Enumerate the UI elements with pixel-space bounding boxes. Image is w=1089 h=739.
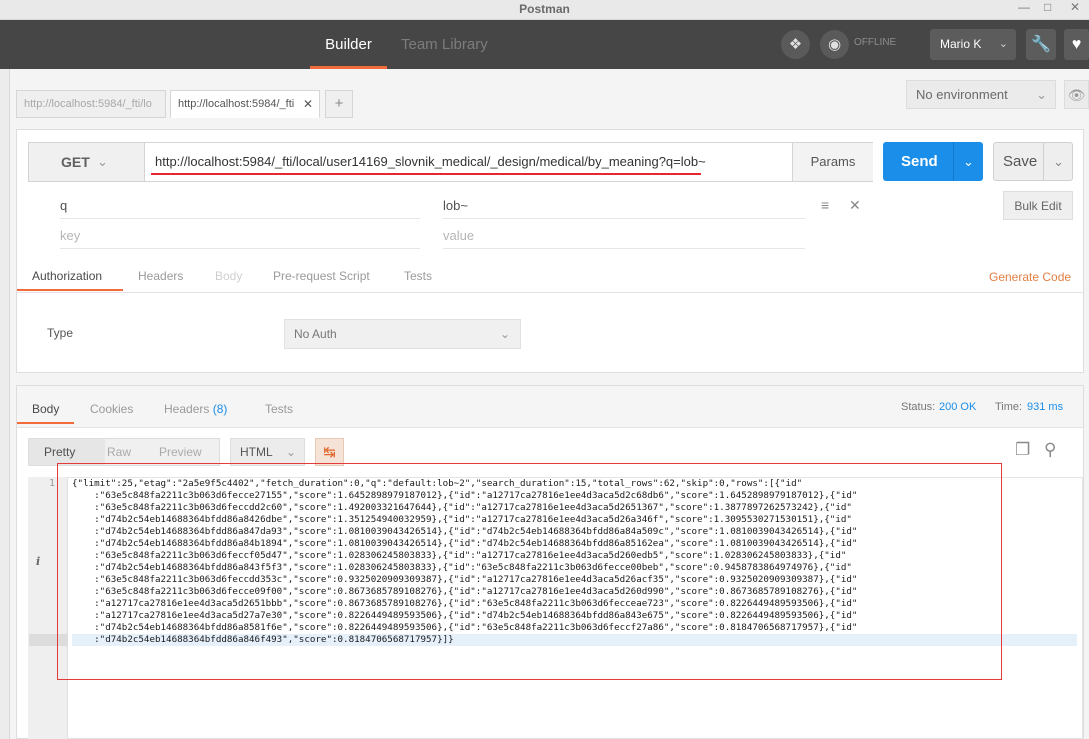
wrench-icon[interactable]: 🔧 <box>1026 29 1056 60</box>
code-line: :"a12717ca27816e1ee4d3aca5d27a7e30","sco… <box>72 610 858 621</box>
user-name: Mario K <box>940 37 982 51</box>
response-tab-tests[interactable]: Tests <box>265 394 293 424</box>
environment-selected: No environment <box>916 87 1008 102</box>
info-icon: i <box>36 555 41 568</box>
request-tab-active[interactable]: http://localhost:5984/_fti ✕ <box>170 90 320 118</box>
bulk-edit-button[interactable]: Bulk Edit <box>1003 191 1073 220</box>
code-line: :"63e5c848fa2211c3b063d6feccf05d47","sco… <box>72 550 847 561</box>
format-raw-button[interactable]: Raw <box>105 438 147 466</box>
response-tab-headers-label: Headers <box>164 402 210 416</box>
chevron-down-icon: ⌄ <box>1036 87 1047 102</box>
gutter-active-line <box>29 634 68 646</box>
sidebar-collapsed <box>0 69 10 739</box>
generate-code-link[interactable]: Generate Code <box>989 270 1071 284</box>
copy-icon[interactable]: ❐ <box>1015 440 1030 460</box>
send-label: Send <box>901 153 938 170</box>
tab-authorization[interactable]: Authorization <box>17 261 123 291</box>
wrap-lines-icon[interactable]: ↹ <box>315 438 344 466</box>
nav-tab-team-library[interactable]: Team Library <box>401 20 488 69</box>
drag-handle-icon[interactable]: ≡ <box>821 197 829 213</box>
top-navbar: Builder Team Library ❖ ◉ OFFLINE Mario K… <box>0 20 1089 69</box>
editor-gutter <box>28 477 68 739</box>
new-tab-button[interactable]: + <box>325 90 353 118</box>
tab-headers[interactable]: Headers <box>138 261 183 291</box>
code-line: :"63e5c848fa2211c3b063d6feccdd353c","sco… <box>72 574 858 585</box>
annotation-underline <box>151 173 701 175</box>
headers-count-badge: (8) <box>212 402 228 416</box>
param-key-placeholder[interactable]: key <box>60 223 420 249</box>
code-line: :"d74b2c54eb14688364bfdd86a84b1894","sco… <box>72 538 858 549</box>
auth-type-selected: No Auth <box>294 327 337 341</box>
code-line: :"d74b2c54eb14688364bfdd86a8581f6e","sco… <box>72 622 858 633</box>
time-value: 931 ms <box>1027 401 1064 413</box>
time-label: Time: <box>995 401 1023 413</box>
request-tab[interactable]: http://localhost:5984/_fti/lo <box>16 90 166 118</box>
param-value-placeholder[interactable]: value <box>443 223 805 249</box>
nav-tab-builder[interactable]: Builder <box>310 20 387 69</box>
response-tab-headers[interactable]: Headers (8) <box>164 394 227 424</box>
url-input[interactable]: http://localhost:5984/_fti/local/user141… <box>155 143 785 181</box>
params-button[interactable]: Params <box>792 143 873 181</box>
response-language-select[interactable]: HTML ⌄ <box>230 438 305 466</box>
code-line: :"d74b2c54eb14688364bfdd86a8426dbe","sco… <box>72 514 852 525</box>
code-line: :"d74b2c54eb14688364bfdd86a847da93","sco… <box>72 526 858 537</box>
user-menu-button[interactable]: Mario K ⌄ <box>930 29 1016 60</box>
tab-pre-request-script[interactable]: Pre-request Script <box>273 261 370 291</box>
send-options-chevron-icon[interactable]: ⌄ <box>953 142 983 181</box>
line-number: 1 <box>49 478 56 489</box>
response-body-code[interactable]: {"limit":25,"etag":"2a5e9f5c4402","fetch… <box>72 478 1077 646</box>
close-tab-icon[interactable]: ✕ <box>303 91 313 117</box>
chevron-down-icon: ⌄ <box>998 38 1008 50</box>
tab-tests[interactable]: Tests <box>404 261 432 291</box>
code-line: {"limit":25,"etag":"2a5e9f5c4402","fetch… <box>72 478 803 489</box>
environment-select[interactable]: No environment ⌄ <box>906 80 1056 109</box>
heart-icon[interactable]: ♥ <box>1064 29 1089 60</box>
interceptor-icon[interactable]: ❖ <box>781 30 810 59</box>
code-line: :"d74b2c54eb14688364bfdd86a846f493","sco… <box>72 634 1077 646</box>
status-label: Status: <box>901 401 936 413</box>
method-select[interactable]: GET ⌄ <box>29 143 145 181</box>
tab-body[interactable]: Body <box>215 261 242 291</box>
response-tab-cookies[interactable]: Cookies <box>90 394 133 424</box>
chevron-down-icon: ⌄ <box>97 154 108 169</box>
response-language-selected: HTML <box>240 445 273 459</box>
search-icon[interactable]: ⚲ <box>1044 440 1056 460</box>
code-line: :"d74b2c54eb14688364bfdd86a843f5f3","sco… <box>72 562 852 573</box>
code-line: :"a12717ca27816e1ee4d3aca5d2651bbb","sco… <box>72 598 858 609</box>
divider <box>17 292 1083 293</box>
close-window-icon[interactable]: ✕ <box>1070 0 1080 14</box>
request-tab-label: http://localhost:5984/_fti/lo <box>24 98 152 110</box>
request-url-bar: GET ⌄ http://localhost:5984/_fti/local/u… <box>28 142 873 182</box>
status-value: 200 OK <box>939 401 977 413</box>
window-titlebar: Postman — □ ✕ <box>0 0 1089 20</box>
chevron-down-icon: ⌄ <box>285 445 296 459</box>
eye-icon[interactable]: 👁 <box>1064 80 1089 109</box>
delete-param-icon[interactable]: ✕ <box>849 197 861 214</box>
minimize-icon[interactable]: — <box>1018 0 1030 14</box>
auth-type-select[interactable]: No Auth ⌄ <box>284 319 521 349</box>
param-value-field[interactable]: lob~ <box>443 193 805 219</box>
code-line: :"63e5c848fa2211c3b063d6feccdd2c60","sco… <box>72 502 852 513</box>
format-pretty-button[interactable]: Pretty <box>28 438 106 466</box>
save-label: Save <box>1003 153 1038 170</box>
send-button[interactable]: Send ⌄ <box>883 142 983 181</box>
param-key-field[interactable]: q <box>60 193 420 219</box>
method-value: GET <box>61 154 90 170</box>
sync-icon[interactable]: ◉ <box>820 30 849 59</box>
auth-type-label: Type <box>47 326 74 340</box>
code-line: :"63e5c848fa2211c3b063d6fecce27155","sco… <box>72 490 858 501</box>
save-options-chevron-icon[interactable]: ⌄ <box>1043 143 1073 180</box>
response-tab-body[interactable]: Body <box>17 394 74 424</box>
save-button[interactable]: Save ⌄ <box>993 142 1073 181</box>
chevron-down-icon: ⌄ <box>499 327 510 341</box>
request-tab-label: http://localhost:5984/_fti <box>178 98 295 110</box>
window-title: Postman <box>519 2 570 16</box>
code-line: :"63e5c848fa2211c3b063d6fecce09f00","sco… <box>72 586 858 597</box>
format-preview-button[interactable]: Preview <box>146 438 220 466</box>
sync-status: OFFLINE <box>854 37 897 48</box>
maximize-icon[interactable]: □ <box>1044 0 1051 14</box>
